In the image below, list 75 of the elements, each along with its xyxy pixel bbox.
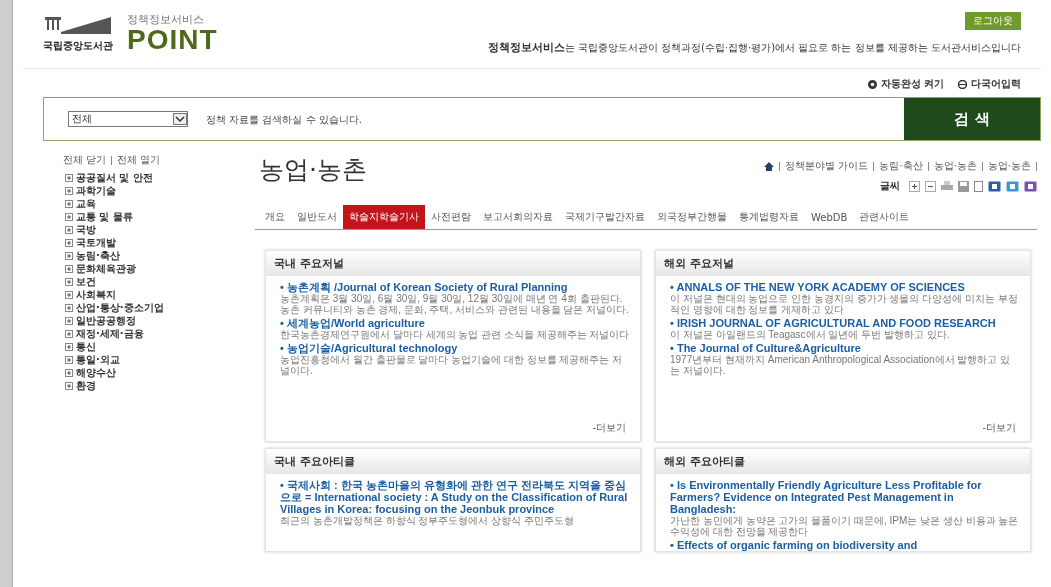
library-building-icon [43, 15, 113, 37]
category-item[interactable]: 교통 및 물류 [63, 210, 255, 223]
panel-title: 국내 주요아티클 [266, 449, 640, 474]
journal-description: 이 저널은 아일랜드의 Teagasc에서 일년에 두번 발행하고 있다. [670, 329, 951, 340]
category-item[interactable]: 보건 [63, 275, 255, 288]
category-tab[interactable]: 일반도서 [291, 205, 343, 229]
search-option[interactable]: 다국어입력 [958, 77, 1021, 91]
journal-title-link[interactable]: • 농촌계획 /Journal of Korean Society of Rural Planning [280, 281, 630, 293]
journal-description: 한국농촌경제연구원에서 달마다 세계의 농업 관련 소식을 제공해주는 저널이다 [280, 329, 630, 340]
journal-description: 이 저널은 현대의 농업으로 인한 농경지의 증가가 생물의 다양성에 미치는 부정적인 영향에 대한 정보를 게재하고 있다 [670, 293, 1019, 315]
category-tab[interactable]: 학술지학술기사 [343, 205, 425, 229]
category-item[interactable]: 국방 [63, 223, 255, 236]
category-item[interactable]: 산업·통상·중소기업 [63, 301, 255, 314]
service-name: 정책정보서비스 [127, 12, 205, 27]
breadcrumb-link[interactable]: 농업·농촌 [933, 159, 977, 173]
category-tab[interactable]: 사전편람 [425, 205, 477, 229]
journal-title-link[interactable]: • 국제사회 : 한국 농촌마을의 유형화에 관한 연구 전라북도 지역을 중심으로 = International society : A Study on the Classification of Rural Villages in Korea: focusing on the Jeonbuk province [280, 479, 630, 515]
scope-select[interactable]: 전체 [68, 111, 188, 127]
category-item[interactable]: 사회복지 [63, 288, 255, 301]
journal-title-link[interactable]: • Is Environmentally Friendly Agriculture Less Profitable for Farmers? Evidence on Integrated Pest Management in Bangladesh: [670, 479, 1020, 515]
category-tab[interactable]: 관련사이트 [853, 205, 916, 229]
more-link[interactable]: -더보기 [982, 421, 1016, 435]
category-tab[interactable]: WebDB [805, 205, 854, 229]
journal-description: 1977년부터 현재까지 American Anthropological Association에서 발행하고 있는 저널이다. [670, 354, 1012, 376]
breadcrumb-link[interactable]: 정책분야별 가이드 [785, 159, 869, 173]
journal-title-link[interactable]: • IRISH JOURNAL OF AGRICULTURAL AND FOOD RESEARCH [670, 317, 1020, 329]
font-size-label: 글씨 [880, 179, 900, 193]
panel-title: 해외 주요아티클 [656, 449, 1030, 474]
globe-icon [958, 79, 967, 89]
journal-title-link[interactable]: • 농업기술/Agricultural technology [280, 342, 630, 354]
category-tab[interactable]: 개요 [259, 205, 291, 229]
search-button[interactable]: 검 색 [904, 98, 1040, 140]
category-tab[interactable]: 통계법령자료 [733, 205, 805, 229]
category-item[interactable]: 교육 [63, 197, 255, 210]
category-item[interactable]: 농림·축산 [63, 249, 255, 262]
category-item[interactable]: 문화체육관광 [63, 262, 255, 275]
toggle-link[interactable]: 전체 열기 [117, 153, 161, 167]
breadcrumb-link[interactable]: 농업·농촌 [987, 159, 1031, 173]
more-link[interactable]: -더보기 [592, 421, 626, 435]
journal-description: 최근의 농촌개발정책은 하향식 정부주도형에서 상향식 주민주도형 [280, 515, 575, 526]
tagline: 정책정보서비스는 국립중앙도서관이 정책과정(수립·집행·평가)에서 필요로 하는 정보를 제공하는 도서관서비스입니다 [487, 40, 1021, 55]
category-tab[interactable]: 외국정부간행물 [651, 205, 733, 229]
journal-description: 농촌계획은 3월 30일, 6월 30일, 9월 30일, 12월 30일에 매년 연 4회 출판된다. 농촌 커뮤니티와 농촌 경제, 문화, 주택, 서비스와 관련된 내용을 담은 저널이다. [280, 293, 630, 315]
category-item[interactable]: 공공질서 및 안전 [63, 171, 255, 184]
toggle-link[interactable]: 전체 닫기 [63, 153, 107, 167]
save-icon[interactable] [958, 180, 969, 192]
breadcrumb-link[interactable]: 농림·축산 [879, 159, 923, 173]
journal-description: 농업진흥청에서 월간 출판물로 달마다 농업기술에 대한 정보를 제공해주는 저널이다. [280, 354, 624, 376]
category-item[interactable]: 통신 [63, 340, 255, 353]
category-item[interactable]: 일반공공행정 [63, 314, 255, 327]
category-item[interactable]: 환경 [63, 379, 255, 392]
library-name: 국립중앙도서관 [43, 39, 113, 53]
dropdown-icon [173, 113, 187, 125]
brand-logo[interactable]: POINT [127, 27, 218, 53]
panel-title: 국내 주요저널 [266, 251, 640, 276]
home-icon[interactable] [764, 161, 775, 171]
journal-title-link[interactable]: • 세계농업/World agriculture [280, 317, 630, 329]
category-item[interactable]: 재정·세제·금융 [63, 327, 255, 340]
document-icon[interactable] [974, 180, 983, 192]
page-title: 농업·농촌 [259, 154, 367, 186]
journal-title-link[interactable]: • ANNALS OF THE NEW YORK ACADEMY OF SCIENCES [670, 281, 1020, 293]
journal-title-link[interactable]: • Effects of organic farming on biodiversity and [670, 539, 1020, 551]
journal-description: 가난한 농민에게 농약은 고가의 물품이기 때문에, IPM는 낮은 생산 비용과 높은 수익성에 대한 전망을 제공한다 [670, 515, 1020, 537]
category-item[interactable]: 과학기술 [63, 184, 255, 197]
journal-title-link[interactable]: • The Journal of Culture&Agriculture [670, 342, 1020, 354]
search-option[interactable]: 자동완성 켜기 [867, 77, 944, 91]
zoom-in-icon[interactable] [909, 180, 920, 192]
category-item[interactable]: 통일·외교 [63, 353, 255, 366]
zoom-out-icon[interactable] [925, 180, 936, 192]
category-item[interactable]: 국토개발 [63, 236, 255, 249]
category-tab[interactable]: 보고서회의자료 [477, 205, 559, 229]
search-bar[interactable]: 전체 정책 자료를 검색하실 수 있습니다. 검 색 [43, 97, 1041, 141]
category-tab[interactable]: 국제기구발간자료 [559, 205, 651, 229]
category-item[interactable]: 해양수산 [63, 366, 255, 379]
panel-title: 해외 주요저널 [656, 251, 1030, 276]
